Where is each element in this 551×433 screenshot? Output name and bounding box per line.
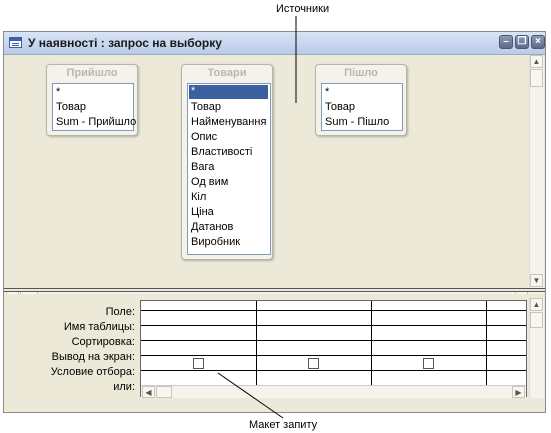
- layout-pointer-line: [217, 372, 284, 419]
- callout-lines: [217, 16, 297, 419]
